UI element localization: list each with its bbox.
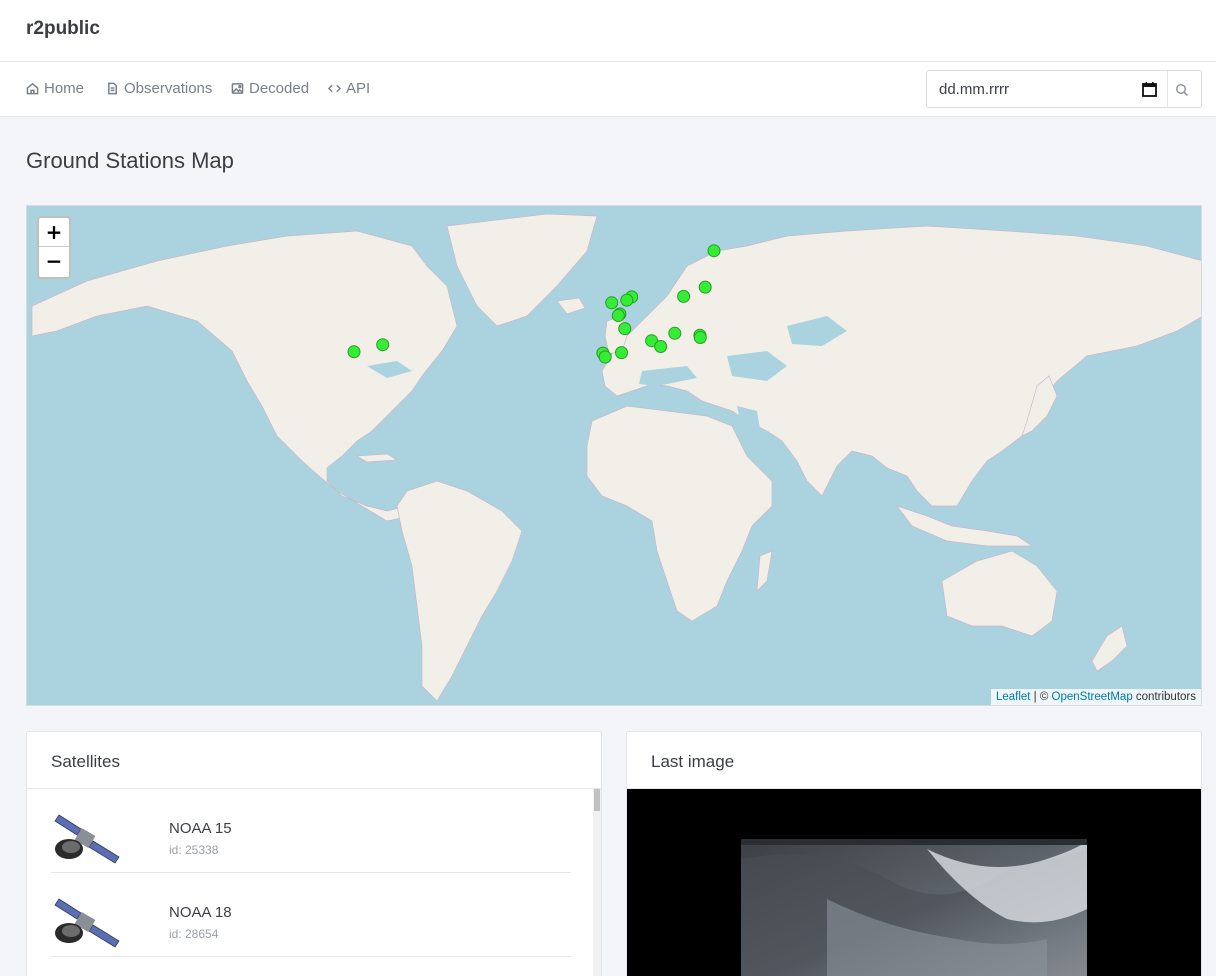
document-icon <box>108 82 117 95</box>
last-image-viewer[interactable] <box>627 789 1202 976</box>
stations-map[interactable]: + − Leaflet | © OpenStreetMap contributo… <box>26 205 1202 706</box>
nav-decoded[interactable]: Decoded <box>231 80 309 97</box>
station-marker[interactable] <box>618 322 632 336</box>
date-divider <box>1167 71 1168 107</box>
station-marker[interactable] <box>615 346 628 360</box>
scrollbar-thumb[interactable] <box>594 789 600 811</box>
satellite-item[interactable]: NOAA 18 id: 28654 <box>51 873 571 957</box>
nav-api[interactable]: API <box>328 80 370 97</box>
land-masses <box>31 213 1201 702</box>
station-marker[interactable] <box>677 289 691 303</box>
home-icon <box>26 82 39 95</box>
date-input[interactable]: dd.mm.rrrr <box>926 70 1202 108</box>
iceland <box>556 297 586 315</box>
code-icon <box>328 84 341 93</box>
nav-observations-label: Observations <box>124 80 213 97</box>
caribbean <box>355 453 399 463</box>
indonesia <box>896 505 1034 547</box>
south-america <box>396 480 523 702</box>
brand-logo[interactable]: r2public <box>26 18 100 40</box>
new-zealand <box>1091 625 1128 672</box>
station-marker[interactable] <box>598 350 612 364</box>
africa <box>586 405 773 622</box>
nav-bar: Home Observations Decoded API dd.mm.rrrr <box>0 62 1216 117</box>
station-marker[interactable] <box>620 293 634 307</box>
station-marker[interactable] <box>668 326 682 340</box>
station-marker[interactable] <box>707 244 721 258</box>
map-attribution: Leaflet | © OpenStreetMap contributors <box>990 689 1201 705</box>
last-image-card: Last image <box>626 731 1202 976</box>
world-basemap[interactable] <box>27 206 1202 706</box>
madagascar <box>756 550 773 592</box>
nav-home[interactable]: Home <box>26 80 84 97</box>
calendar-icon[interactable] <box>1141 81 1158 98</box>
last-image-title: Last image <box>627 732 1201 789</box>
satellite-name: NOAA 18 <box>169 904 232 921</box>
station-marker[interactable] <box>605 296 619 310</box>
zoom-out-button[interactable]: − <box>39 247 69 276</box>
satellites-title: Satellites <box>27 732 601 789</box>
australia <box>941 550 1058 637</box>
search-icon[interactable] <box>1175 83 1189 97</box>
satellite-image[interactable] <box>627 789 1202 976</box>
page-title: Ground Stations Map <box>26 148 234 173</box>
station-marker[interactable] <box>698 280 712 294</box>
satellite-id: id: 25338 <box>169 843 219 857</box>
zoom-control: + − <box>37 216 71 279</box>
osm-link[interactable]: OpenStreetMap <box>1052 691 1133 703</box>
station-marker[interactable] <box>611 309 625 322</box>
nav-observations[interactable]: Observations <box>106 80 212 97</box>
satellite-id: id: 28654 <box>169 927 219 941</box>
station-marker[interactable] <box>654 340 668 353</box>
satellite-list-scrollbar[interactable] <box>593 789 601 976</box>
zoom-in-button[interactable]: + <box>39 218 69 247</box>
satellite-name: NOAA 15 <box>169 820 232 837</box>
attribution-suffix: contributors <box>1132 691 1196 703</box>
date-placeholder: dd.mm.rrrr <box>939 81 1009 98</box>
leaflet-link[interactable]: Leaflet <box>996 691 1031 703</box>
satellite-icon <box>54 814 120 864</box>
attribution-separator: | © <box>1030 691 1052 703</box>
station-marker[interactable] <box>376 338 390 352</box>
satellites-card: Satellites NOAA 15 id: 25338 NOAA 18 id: <box>26 731 602 976</box>
station-marker[interactable] <box>347 345 361 359</box>
nav-api-label: API <box>346 80 371 97</box>
nav-decoded-label: Decoded <box>249 80 310 97</box>
satellite-icon <box>54 898 120 948</box>
nav-home-label: Home <box>44 80 85 97</box>
station-marker[interactable] <box>693 331 707 344</box>
top-bar: r2public <box>0 0 1216 62</box>
image-icon <box>231 83 244 94</box>
satellite-item[interactable]: NOAA 15 id: 25338 <box>51 789 571 873</box>
